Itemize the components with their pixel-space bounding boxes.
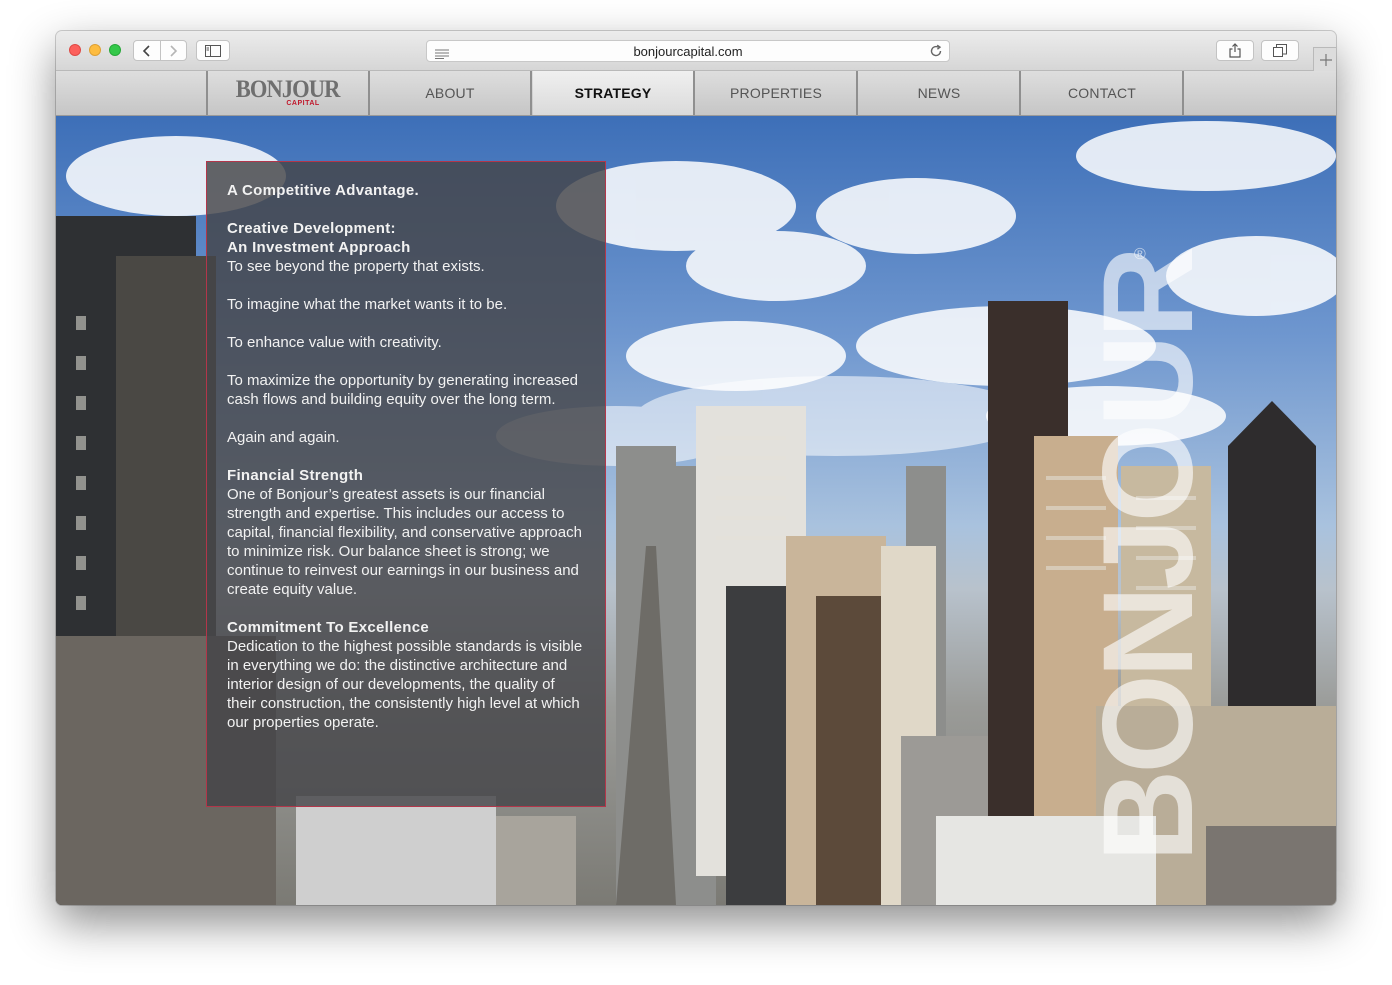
section-subheading-investment: An Investment Approach bbox=[227, 239, 411, 256]
nav-news[interactable]: NEWS bbox=[859, 71, 1021, 115]
share-button[interactable] bbox=[1216, 40, 1254, 61]
section-heading-creative: Creative Development: bbox=[227, 220, 396, 237]
section-heading-financial: Financial Strength bbox=[227, 467, 364, 484]
back-button[interactable] bbox=[134, 41, 160, 60]
strategy-panel: A Competitive Advantage. Creative Develo… bbox=[206, 161, 606, 807]
sidebar-icon bbox=[205, 44, 221, 57]
chevron-right-icon bbox=[170, 44, 178, 57]
plus-icon bbox=[1319, 53, 1332, 66]
strategy-line: Again and again. bbox=[227, 429, 340, 446]
bonjour-watermark: BONJOUR bbox=[1077, 249, 1220, 863]
history-nav bbox=[133, 40, 187, 61]
reload-icon[interactable] bbox=[929, 44, 943, 63]
new-tab-button[interactable] bbox=[1313, 47, 1336, 71]
nav-strategy[interactable]: STRATEGY bbox=[533, 71, 695, 115]
site-logo[interactable]: BONJOUR CAPITAL bbox=[206, 71, 370, 115]
nav-about[interactable]: ABOUT bbox=[370, 71, 532, 115]
strategy-line: To enhance value with creativity. bbox=[227, 334, 442, 351]
browser-toolbar: bonjourcapital.com bbox=[56, 31, 1336, 71]
strategy-line: To see beyond the property that exists. bbox=[227, 258, 485, 275]
strategy-line: To maximize the opportunity by generatin… bbox=[227, 372, 579, 408]
url-text: bonjourcapital.com bbox=[633, 44, 743, 59]
zoom-window-button[interactable] bbox=[109, 44, 121, 56]
minimize-window-button[interactable] bbox=[89, 44, 101, 56]
nav-contact[interactable]: CONTACT bbox=[1022, 71, 1184, 115]
section-body-financial: One of Bonjour’s greatest assets is our … bbox=[227, 486, 582, 598]
tabs-icon bbox=[1273, 44, 1287, 57]
panel-title: A Competitive Advantage. bbox=[227, 182, 419, 199]
section-heading-excellence: Commitment To Excellence bbox=[227, 619, 429, 636]
sidebar-toggle-button[interactable] bbox=[196, 40, 230, 61]
section-body-excellence: Dedication to the highest possible stand… bbox=[227, 638, 583, 731]
address-bar[interactable]: bonjourcapital.com bbox=[426, 40, 950, 62]
share-icon bbox=[1229, 43, 1241, 58]
hero-image: A Competitive Advantage. Creative Develo… bbox=[56, 116, 1336, 905]
forward-button[interactable] bbox=[159, 41, 187, 60]
site-nav: BONJOUR CAPITAL ABOUT STRATEGY PROPERTIE… bbox=[56, 71, 1336, 121]
strategy-line: To imagine what the market wants it to b… bbox=[227, 296, 508, 313]
chevron-left-icon bbox=[142, 44, 150, 57]
registered-mark: ® bbox=[1134, 246, 1146, 263]
logo-wordmark: BONJOUR bbox=[236, 76, 341, 103]
nav-properties[interactable]: PROPERTIES bbox=[696, 71, 858, 115]
close-window-button[interactable] bbox=[69, 44, 81, 56]
browser-window: bonjourcapital.com BONJOUR CAPITAL ABOUT… bbox=[56, 31, 1336, 905]
show-tabs-button[interactable] bbox=[1261, 40, 1299, 61]
